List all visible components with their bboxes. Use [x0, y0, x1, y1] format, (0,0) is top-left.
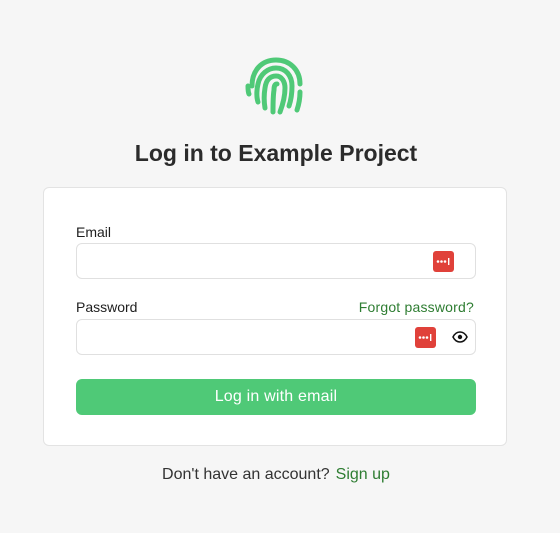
login-card: Email Password Forgot password? Log in w…: [43, 187, 507, 446]
password-manager-icon[interactable]: [415, 327, 436, 348]
password-input[interactable]: [77, 320, 407, 354]
email-field-container: [76, 243, 476, 279]
signup-prompt-text: Don't have an account?: [162, 466, 330, 483]
login-with-email-button[interactable]: Log in with email: [76, 379, 476, 415]
signup-link[interactable]: Sign up: [336, 466, 390, 483]
email-input[interactable]: [77, 244, 407, 278]
password-label: Password: [76, 299, 138, 315]
fingerprint-icon: [245, 57, 303, 115]
signup-prompt-row: Don't have an account? Sign up: [0, 466, 552, 484]
email-label: Email: [76, 224, 112, 240]
login-page: Log in to Example Project Email Password…: [0, 0, 560, 533]
password-manager-icon[interactable]: [433, 251, 454, 272]
forgot-password-link[interactable]: Forgot password?: [359, 299, 474, 315]
eye-icon[interactable]: [452, 330, 468, 344]
password-field-container: [76, 319, 476, 355]
page-title: Log in to Example Project: [134, 140, 418, 166]
